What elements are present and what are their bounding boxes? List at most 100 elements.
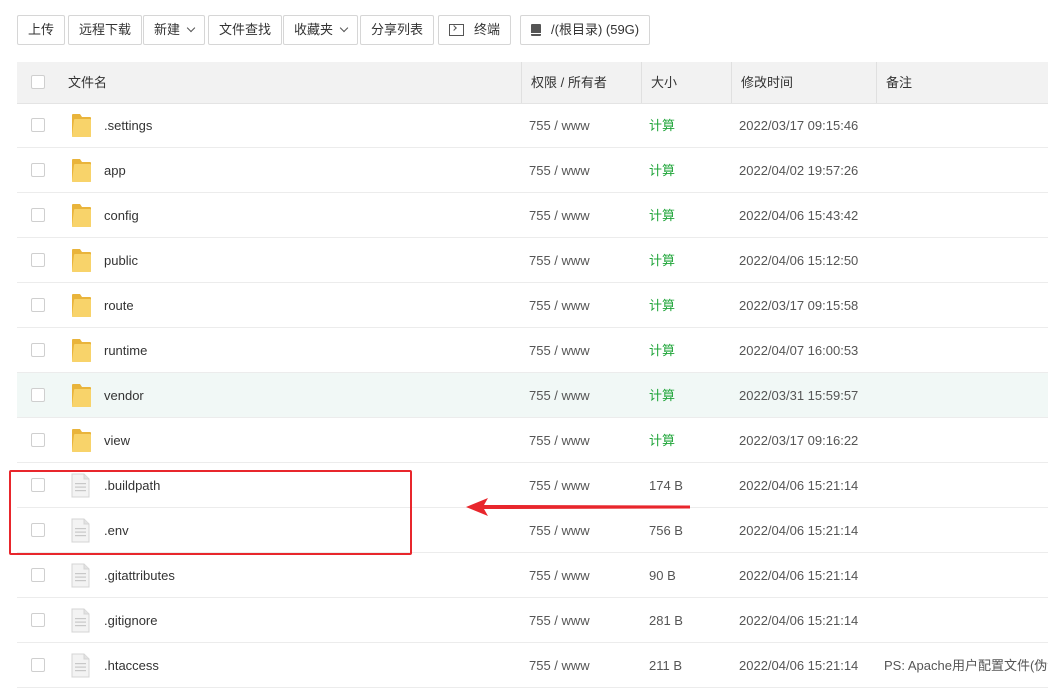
red-arrow-icon <box>466 498 690 516</box>
share-list-button[interactable]: 分享列表 <box>360 15 435 45</box>
file-size: 90 B <box>649 568 676 583</box>
folder-icon <box>71 247 92 273</box>
row-checkbox[interactable] <box>31 208 45 222</box>
file-modified-time: 2022/03/31 15:59:57 <box>739 388 859 403</box>
file-note[interactable]: PS: Apache用户配置文件(伪静 <box>884 643 1048 688</box>
table-row[interactable]: .htaccess 755 / www 211 B 2022/04/06 15:21:… <box>17 643 1048 688</box>
table-row[interactable]: config 755 / www 计算 2022/04/06 15:43:42 <box>17 193 1048 238</box>
calculate-size-link[interactable]: 计算 <box>649 238 675 283</box>
table-header: 文件名 权限 / 所有者 大小 修改时间 备注 <box>17 62 1048 104</box>
header-modified[interactable]: 修改时间 <box>731 62 876 103</box>
file-size: 281 B <box>649 613 683 628</box>
calculate-size-link[interactable]: 计算 <box>649 148 675 193</box>
file-modified-time: 2022/04/07 16:00:53 <box>739 343 859 358</box>
file-permission[interactable]: 755 / www <box>529 598 590 643</box>
table-row[interactable]: vendor 755 / www 计算 2022/03/31 15:59:57 <box>17 373 1048 418</box>
table-row[interactable]: public 755 / www 计算 2022/04/06 15:12:50 <box>17 238 1048 283</box>
row-checkbox[interactable] <box>31 298 45 312</box>
row-checkbox[interactable] <box>31 388 45 402</box>
chevron-down-icon <box>339 23 349 33</box>
folder-icon <box>71 382 92 408</box>
table-row[interactable]: view 755 / www 计算 2022/03/17 09:16:22 <box>17 418 1048 463</box>
new-button[interactable]: 新建 <box>143 15 206 45</box>
file-permission[interactable]: 755 / www <box>529 148 590 193</box>
row-checkbox[interactable] <box>31 163 45 177</box>
chevron-down-icon <box>186 23 196 33</box>
file-permission[interactable]: 755 / www <box>529 373 590 418</box>
file-name[interactable]: .gitattributes <box>104 553 175 598</box>
header-note: 备注 <box>876 62 1048 103</box>
file-permission[interactable]: 755 / www <box>529 328 590 373</box>
file-icon <box>71 563 90 588</box>
file-modified-time: 2022/04/06 15:43:42 <box>739 208 859 223</box>
file-modified-time: 2022/04/06 15:21:14 <box>739 658 859 673</box>
header-name[interactable]: 文件名 <box>68 62 107 103</box>
header-permission[interactable]: 权限 / 所有者 <box>521 62 641 103</box>
calculate-size-link[interactable]: 计算 <box>649 418 675 463</box>
path-button[interactable]: /(根目录) (59G) <box>520 15 651 45</box>
file-modified-time: 2022/04/02 19:57:26 <box>739 163 859 178</box>
disk-icon <box>531 24 541 36</box>
row-checkbox[interactable] <box>31 433 45 447</box>
row-checkbox[interactable] <box>31 613 45 627</box>
file-name[interactable]: config <box>104 193 139 238</box>
toolbar: 上传 远程下载 新建 文件查找 收藏夹 分享列表 终端 /(根目录) (59G) <box>0 0 1048 62</box>
file-name[interactable]: .gitignore <box>104 598 157 643</box>
row-checkbox[interactable] <box>31 343 45 357</box>
file-permission[interactable]: 755 / www <box>529 238 590 283</box>
calculate-size-link[interactable]: 计算 <box>649 373 675 418</box>
file-name[interactable]: .settings <box>104 103 152 148</box>
file-size: 211 B <box>649 658 683 673</box>
file-modified-time: 2022/03/17 09:15:46 <box>739 118 859 133</box>
terminal-icon <box>449 24 464 36</box>
folder-icon <box>71 292 92 318</box>
calculate-size-link[interactable]: 计算 <box>649 103 675 148</box>
file-permission[interactable]: 755 / www <box>529 418 590 463</box>
file-modified-time: 2022/04/06 15:12:50 <box>739 253 859 268</box>
file-icon <box>71 653 90 678</box>
file-modified-time: 2022/04/06 15:21:14 <box>739 613 859 628</box>
file-name[interactable]: route <box>104 283 134 328</box>
table-row[interactable]: .settings 755 / www 计算 2022/03/17 09:15:46 <box>17 103 1048 148</box>
file-name[interactable]: view <box>104 418 130 463</box>
table-row[interactable]: .gitignore 755 / www 281 B 2022/04/06 15:21… <box>17 598 1048 643</box>
table-row[interactable]: runtime 755 / www 计算 2022/04/07 16:00:53 <box>17 328 1048 373</box>
row-checkbox[interactable] <box>31 253 45 267</box>
file-modified-time: 2022/04/06 15:21:14 <box>739 478 859 493</box>
file-permission[interactable]: 755 / www <box>529 643 590 688</box>
file-permission[interactable]: 755 / www <box>529 553 590 598</box>
file-permission[interactable]: 755 / www <box>529 283 590 328</box>
file-name[interactable]: vendor <box>104 373 144 418</box>
file-permission[interactable]: 755 / www <box>529 193 590 238</box>
folder-icon <box>71 112 92 138</box>
file-modified-time: 2022/04/06 15:21:14 <box>739 523 859 538</box>
terminal-button[interactable]: 终端 <box>438 15 512 45</box>
table-row[interactable]: route 755 / www 计算 2022/03/17 09:15:58 <box>17 283 1048 328</box>
folder-icon <box>71 202 92 228</box>
select-all-checkbox[interactable] <box>31 75 45 89</box>
file-search-button[interactable]: 文件查找 <box>208 15 283 45</box>
file-list: .settings 755 / www 计算 2022/03/17 09:15:46 a… <box>17 103 1048 688</box>
file-name[interactable]: app <box>104 148 126 193</box>
file-name[interactable]: runtime <box>104 328 147 373</box>
table-row[interactable]: app 755 / www 计算 2022/04/02 19:57:26 <box>17 148 1048 193</box>
upload-button[interactable]: 上传 <box>17 15 66 45</box>
file-permission[interactable]: 755 / www <box>529 103 590 148</box>
file-modified-time: 2022/03/17 09:15:58 <box>739 298 859 313</box>
header-size[interactable]: 大小 <box>641 62 731 103</box>
table-row[interactable]: .gitattributes 755 / www 90 B 2022/04/06 15… <box>17 553 1048 598</box>
calculate-size-link[interactable]: 计算 <box>649 193 675 238</box>
file-name[interactable]: .htaccess <box>104 643 159 688</box>
row-checkbox[interactable] <box>31 118 45 132</box>
annotation-highlight-box <box>9 470 412 555</box>
file-name[interactable]: public <box>104 238 138 283</box>
file-modified-time: 2022/04/06 15:21:14 <box>739 568 859 583</box>
row-checkbox[interactable] <box>31 658 45 672</box>
row-checkbox[interactable] <box>31 568 45 582</box>
folder-icon <box>71 337 92 363</box>
remote-download-button[interactable]: 远程下载 <box>68 15 143 45</box>
favorites-button[interactable]: 收藏夹 <box>283 15 359 45</box>
file-icon <box>71 608 90 633</box>
calculate-size-link[interactable]: 计算 <box>649 283 675 328</box>
calculate-size-link[interactable]: 计算 <box>649 328 675 373</box>
